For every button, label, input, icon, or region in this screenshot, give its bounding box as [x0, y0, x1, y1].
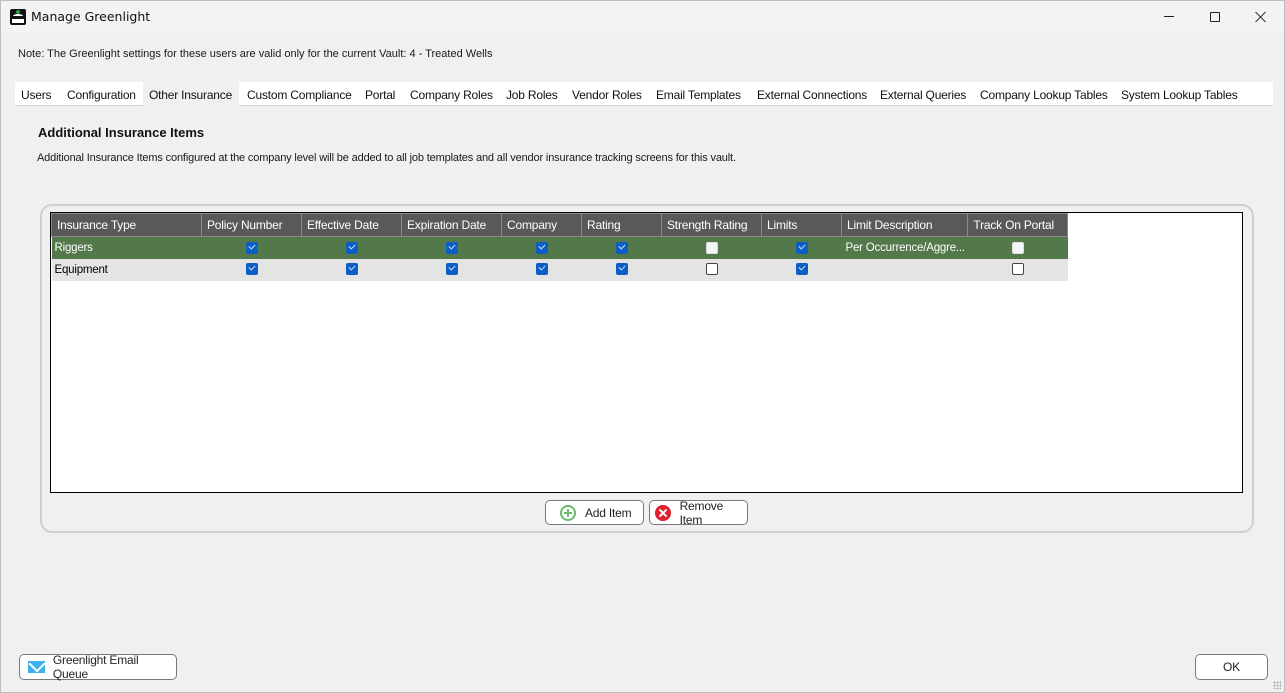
track-on-portal-cell — [967, 258, 1068, 281]
add-circle-icon — [560, 504, 576, 521]
company-checkbox[interactable] — [535, 241, 548, 254]
rating-cell — [581, 258, 662, 281]
close-icon — [1255, 11, 1267, 23]
section-title: Additional Insurance Items — [38, 125, 205, 140]
limit-description-cell[interactable]: Per Occurrence/Aggre... — [841, 236, 968, 259]
maximize-button[interactable] — [1192, 1, 1238, 32]
limits-cell — [761, 236, 842, 259]
column-header-policy-number[interactable]: Policy Number — [201, 213, 302, 237]
expiration-date-checkbox[interactable] — [445, 263, 458, 276]
grid-header-row: Insurance Type Policy Number Effective D… — [51, 213, 1069, 237]
policy-number-cell — [201, 258, 302, 281]
column-header-track-on-portal[interactable]: Track On Portal — [967, 213, 1069, 237]
track-on-portal-checkbox[interactable] — [1011, 241, 1024, 254]
rating-checkbox[interactable] — [615, 263, 628, 276]
tab-custom-compliance[interactable]: Custom Compliance — [241, 82, 358, 106]
remove-circle-icon — [655, 504, 671, 521]
track-on-portal-cell — [967, 236, 1068, 259]
expiration-date-cell — [401, 258, 502, 281]
add-item-label: Add Item — [585, 505, 632, 520]
tab-configuration[interactable]: Configuration — [61, 82, 142, 106]
insurance-type-cell[interactable]: Equipment — [51, 258, 202, 281]
expiration-date-checkbox[interactable] — [445, 241, 458, 254]
column-header-insurance-type[interactable]: Insurance Type — [51, 213, 202, 237]
column-header-company[interactable]: Company — [501, 213, 582, 237]
tab-company-lookup-tables[interactable]: Company Lookup Tables — [974, 82, 1114, 106]
effective-date-cell — [301, 258, 402, 281]
tab-email-templates[interactable]: Email Templates — [650, 82, 747, 106]
company-cell — [501, 236, 582, 259]
envelope-icon — [28, 661, 45, 673]
strength-rating-cell — [661, 258, 762, 281]
strength-rating-checkbox[interactable] — [705, 241, 718, 254]
title-bar: Manage Greenlight — [1, 1, 1284, 32]
column-header-limits[interactable]: Limits — [761, 213, 842, 237]
limits-checkbox[interactable] — [795, 241, 808, 254]
tab-external-queries[interactable]: External Queries — [874, 82, 972, 106]
limit-description-cell[interactable] — [841, 258, 968, 281]
resize-grip[interactable] — [1273, 681, 1281, 689]
tab-strip: Users Configuration Other Insurance Cust… — [15, 82, 1273, 106]
remove-item-label: Remove Item — [679, 498, 724, 527]
email-queue-label: Greenlight Email Queue — [52, 653, 139, 681]
tab-vendor-roles[interactable]: Vendor Roles — [566, 82, 648, 106]
column-header-rating[interactable]: Rating — [581, 213, 662, 237]
remove-item-button[interactable]: Remove Item — [649, 498, 748, 527]
manage-greenlight-window: Manage Greenlight Note: The Greenlight s… — [0, 0, 1285, 693]
track-on-portal-checkbox[interactable] — [1011, 263, 1024, 276]
insurance-type-cell[interactable]: Riggers — [51, 236, 202, 259]
limits-cell — [761, 258, 842, 281]
tab-portal[interactable]: Portal — [359, 82, 401, 106]
strength-rating-checkbox[interactable] — [705, 263, 718, 276]
company-cell — [501, 258, 582, 281]
policy-number-checkbox[interactable] — [245, 263, 258, 276]
policy-number-cell — [201, 236, 302, 259]
tab-other-insurance[interactable]: Other Insurance — [143, 82, 239, 106]
add-item-button[interactable]: Add Item — [545, 500, 644, 525]
expiration-date-cell — [401, 236, 502, 259]
table-row[interactable]: Riggers Per Occurrence/Aggre... — [51, 236, 1068, 259]
tab-system-lookup-tables[interactable]: System Lookup Tables — [1115, 82, 1244, 106]
app-logo-icon — [10, 9, 26, 25]
company-checkbox[interactable] — [535, 263, 548, 276]
column-header-strength-rating[interactable]: Strength Rating — [661, 213, 762, 237]
section-description: Additional Insurance Items configured at… — [37, 152, 736, 164]
maximize-icon — [1210, 11, 1220, 22]
column-header-expiration-date[interactable]: Expiration Date — [401, 213, 502, 237]
column-header-limit-description[interactable]: Limit Description — [840, 213, 969, 237]
ok-label: OK — [1223, 660, 1240, 674]
effective-date-checkbox[interactable] — [345, 241, 358, 254]
vault-note: Note: The Greenlight settings for these … — [18, 48, 493, 60]
table-row[interactable]: Equipment — [51, 258, 1068, 281]
insurance-items-grid[interactable]: Insurance Type Policy Number Effective D… — [50, 212, 1243, 493]
minimize-button[interactable] — [1146, 1, 1192, 32]
limits-checkbox[interactable] — [795, 263, 808, 276]
policy-number-checkbox[interactable] — [245, 241, 258, 254]
strength-rating-cell — [661, 236, 762, 259]
close-button[interactable] — [1238, 1, 1284, 32]
greenlight-email-queue-button[interactable]: Greenlight Email Queue — [19, 653, 177, 681]
tab-external-connections[interactable]: External Connections — [751, 82, 873, 106]
minimize-icon — [1164, 16, 1174, 17]
window-title: Manage Greenlight — [31, 9, 151, 24]
ok-button[interactable]: OK — [1195, 654, 1268, 680]
insurance-items-table: Insurance Type Policy Number Effective D… — [51, 213, 1069, 281]
rating-cell — [581, 236, 662, 259]
rating-checkbox[interactable] — [615, 241, 628, 254]
effective-date-checkbox[interactable] — [345, 263, 358, 276]
tab-users[interactable]: Users — [15, 82, 57, 106]
column-header-effective-date[interactable]: Effective Date — [301, 213, 402, 237]
tab-job-roles[interactable]: Job Roles — [500, 82, 564, 106]
effective-date-cell — [301, 236, 402, 259]
tab-company-roles[interactable]: Company Roles — [404, 82, 499, 106]
